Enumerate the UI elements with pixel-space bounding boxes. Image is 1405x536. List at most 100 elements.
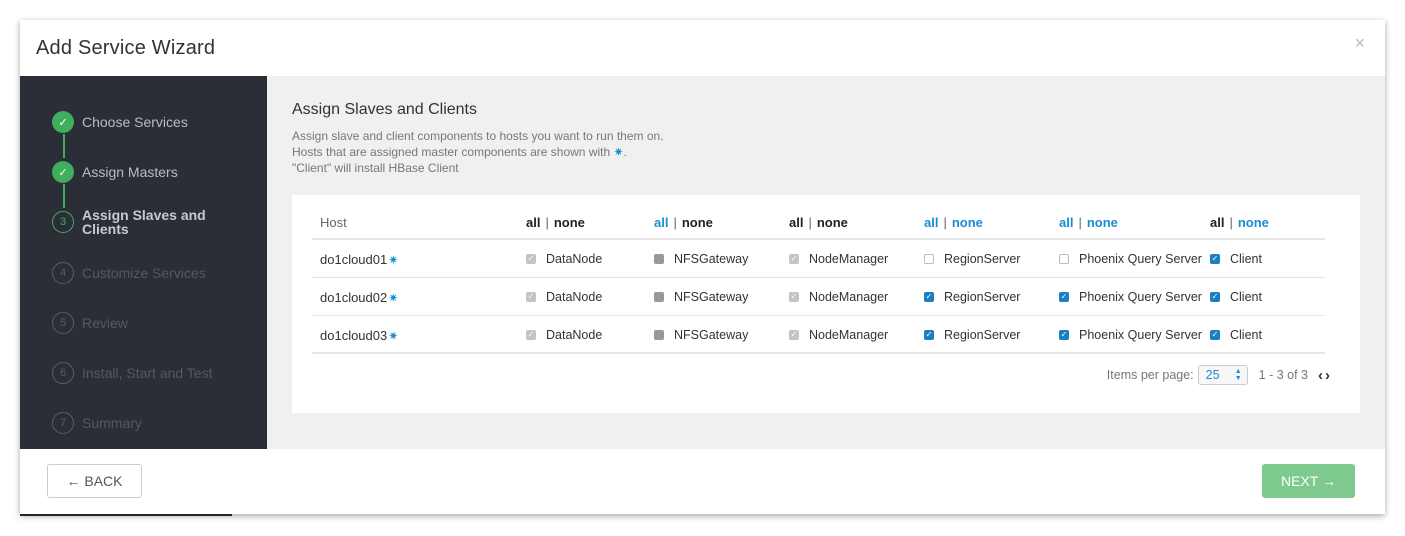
description-text: Hosts that are assigned master component… xyxy=(292,145,611,159)
nodemanager-column-header: all | none xyxy=(789,215,848,230)
checkbox-checked[interactable]: ✓ xyxy=(1210,292,1220,302)
step-assign-slaves-clients[interactable]: 3 Assign Slaves and Clients xyxy=(52,208,222,236)
regionserver-column-header: all | none xyxy=(924,215,983,230)
master-star-icon: ✷ xyxy=(388,252,399,267)
select-all-link[interactable]: all xyxy=(1059,215,1073,230)
regionserver-checkbox[interactable]: ✓ RegionServer xyxy=(924,290,1020,304)
phoenix-column-header: all | none xyxy=(1059,215,1118,230)
page-description: Assign slave and client components to ho… xyxy=(292,128,664,176)
step-label: Summary xyxy=(82,415,142,431)
phoenix-checkbox[interactable]: ✓ Phoenix Query Server xyxy=(1059,328,1202,342)
previous-page-icon[interactable]: ‹ xyxy=(1318,367,1323,384)
items-per-page-select[interactable]: 25 ▲ ▼ xyxy=(1197,365,1248,385)
step-label: Assign Masters xyxy=(82,164,178,180)
checkbox-checked[interactable]: ✓ xyxy=(1059,330,1069,340)
checkbox-disabled[interactable] xyxy=(654,292,664,302)
checkbox-checked[interactable]: ✓ xyxy=(924,292,934,302)
checkbox-checked-disabled[interactable]: ✓ xyxy=(526,292,536,302)
separator: | xyxy=(1078,215,1082,230)
checkbox-label: NFSGateway xyxy=(674,252,749,266)
select-all-link[interactable]: all xyxy=(526,215,540,230)
items-per-page-value: 25 xyxy=(1205,368,1220,382)
datanode-checkbox[interactable]: ✓ DataNode xyxy=(526,252,602,266)
checkbox-label: NFSGateway xyxy=(674,290,749,304)
next-page-icon[interactable]: › xyxy=(1325,367,1330,384)
nodemanager-checkbox[interactable]: ✓ NodeManager xyxy=(789,328,888,342)
pagination-range: 1 - 3 of 3 xyxy=(1258,368,1308,382)
checkbox-checked[interactable]: ✓ xyxy=(1210,254,1220,264)
separator: | xyxy=(943,215,947,230)
datanode-checkbox[interactable]: ✓ DataNode xyxy=(526,328,602,342)
checkbox-checked-disabled[interactable]: ✓ xyxy=(789,292,799,302)
next-button[interactable]: NEXT → xyxy=(1262,464,1355,498)
phoenix-checkbox[interactable]: ✓ Phoenix Query Server xyxy=(1059,290,1202,304)
step-number: 6 xyxy=(52,362,74,384)
client-checkbox[interactable]: ✓ Client xyxy=(1210,328,1262,342)
modal-header: Add Service Wizard × xyxy=(20,20,1385,76)
step-assign-masters[interactable]: ✓ Assign Masters xyxy=(52,159,178,185)
nfsgateway-checkbox[interactable]: NFSGateway xyxy=(654,328,748,342)
select-all-link[interactable]: all xyxy=(654,215,668,230)
close-icon[interactable]: × xyxy=(1354,34,1365,52)
client-checkbox[interactable]: ✓ Client xyxy=(1210,290,1262,304)
hostname: do1cloud03 xyxy=(320,328,388,343)
step-connector xyxy=(63,184,65,208)
back-button[interactable]: ← BACK xyxy=(47,464,142,498)
table-row: do1cloud03 ✷ ✓ DataNode NFSGateway ✓ NodeMa… xyxy=(312,316,1325,354)
checkbox-checked[interactable]: ✓ xyxy=(1210,330,1220,340)
wizard-steps-sidebar: ✓ Choose Services ✓ Assign Masters 3 Ass… xyxy=(20,76,267,449)
regionserver-checkbox[interactable]: RegionServer xyxy=(924,252,1020,266)
hostname: do1cloud01 xyxy=(320,252,388,267)
modal-footer: ← BACK NEXT → xyxy=(20,449,1385,514)
separator: | xyxy=(1229,215,1233,230)
select-none-link[interactable]: none xyxy=(554,215,585,230)
step-number: 4 xyxy=(52,262,74,284)
select-none-link[interactable]: none xyxy=(952,215,983,230)
select-none-link[interactable]: none xyxy=(817,215,848,230)
checkbox-checked-disabled[interactable]: ✓ xyxy=(526,330,536,340)
select-all-link[interactable]: all xyxy=(789,215,803,230)
modal-title: Add Service Wizard xyxy=(36,37,216,59)
select-none-link[interactable]: none xyxy=(682,215,713,230)
client-checkbox[interactable]: ✓ Client xyxy=(1210,252,1262,266)
checkbox-label: DataNode xyxy=(546,290,603,304)
checkbox-label: NodeManager xyxy=(809,328,889,342)
client-column-header: all | none xyxy=(1210,215,1269,230)
checkbox-checked-disabled[interactable]: ✓ xyxy=(789,330,799,340)
step-customize-services: 4 Customize Services xyxy=(52,260,206,286)
nodemanager-checkbox[interactable]: ✓ NodeManager xyxy=(789,252,888,266)
checkbox-disabled[interactable] xyxy=(654,254,664,264)
checkbox-checked-disabled[interactable]: ✓ xyxy=(526,254,536,264)
select-none-link[interactable]: none xyxy=(1087,215,1118,230)
checkbox-label: Phoenix Query Server xyxy=(1079,290,1202,304)
main-content: Assign Slaves and Clients Assign slave a… xyxy=(267,76,1385,449)
datanode-checkbox[interactable]: ✓ DataNode xyxy=(526,290,602,304)
checkbox-label: Phoenix Query Server xyxy=(1079,252,1202,266)
checkbox-label: RegionServer xyxy=(944,290,1021,304)
checkbox-label: DataNode xyxy=(546,252,603,266)
checkbox-unchecked[interactable] xyxy=(924,254,934,264)
assignment-panel: Host all | none all | none all | none all | none… xyxy=(292,195,1360,413)
nfsgateway-checkbox[interactable]: NFSGateway xyxy=(654,252,748,266)
step-number: 7 xyxy=(52,412,74,434)
select-none-link[interactable]: none xyxy=(1238,215,1269,230)
description-line: Hosts that are assigned master component… xyxy=(292,144,664,160)
step-install-start-test: 6 Install, Start and Test xyxy=(52,360,212,386)
select-all-link[interactable]: all xyxy=(1210,215,1224,230)
host-cell: do1cloud02 ✷ xyxy=(320,290,398,305)
checkbox-disabled[interactable] xyxy=(654,330,664,340)
regionserver-checkbox[interactable]: ✓ RegionServer xyxy=(924,328,1020,342)
select-all-link[interactable]: all xyxy=(924,215,938,230)
checkbox-checked[interactable]: ✓ xyxy=(1059,292,1069,302)
checkbox-label: NodeManager xyxy=(809,290,889,304)
items-per-page-label: Items per page: xyxy=(1106,368,1194,382)
checkbox-checked-disabled[interactable]: ✓ xyxy=(789,254,799,264)
phoenix-checkbox[interactable]: Phoenix Query Server xyxy=(1059,252,1202,266)
step-choose-services[interactable]: ✓ Choose Services xyxy=(52,109,188,135)
nodemanager-checkbox[interactable]: ✓ NodeManager xyxy=(789,290,888,304)
checkbox-label: Client xyxy=(1230,290,1262,304)
checkbox-unchecked[interactable] xyxy=(1059,254,1069,264)
checkbox-checked[interactable]: ✓ xyxy=(924,330,934,340)
nfsgateway-checkbox[interactable]: NFSGateway xyxy=(654,290,748,304)
checkbox-label: Client xyxy=(1230,252,1262,266)
